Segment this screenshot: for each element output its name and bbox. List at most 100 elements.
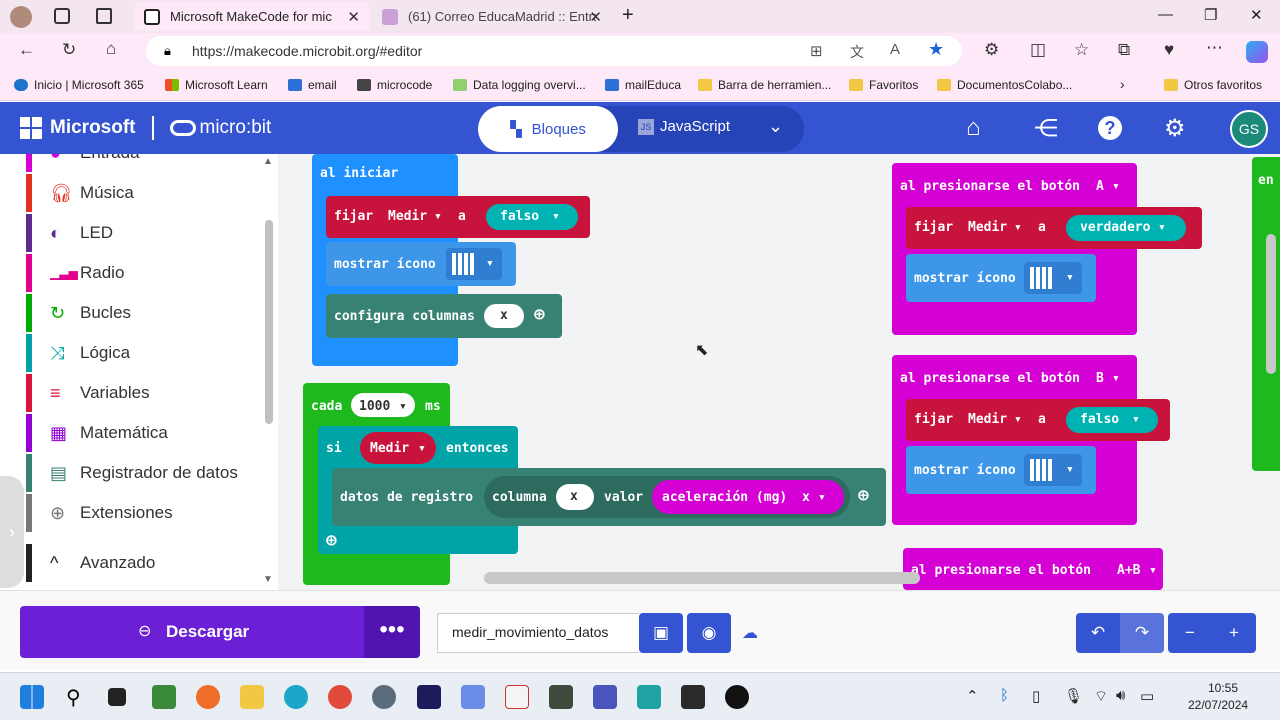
wifi-icon[interactable]: ⌔ xyxy=(1094,687,1108,706)
app-available-icon[interactable]: ⊞ xyxy=(810,42,823,60)
toolbox-category[interactable]: ⊕ Extensiones xyxy=(26,494,262,532)
bookmark-item[interactable]: email xyxy=(288,78,337,92)
close-window-icon[interactable]: ✕ xyxy=(1250,6,1263,24)
variable-dropdown[interactable]: Medir xyxy=(968,412,1007,427)
bluetooth-icon[interactable]: ᛒ xyxy=(1000,687,1009,704)
show-icon-block[interactable]: mostrar ícono ▾ xyxy=(906,254,1096,302)
url-input[interactable]: 🔒︎ https://makecode.microbit.org/#editor… xyxy=(146,36,962,66)
bookmark-item[interactable]: microcode xyxy=(357,78,432,92)
log-data-block[interactable]: datos de registro columna x valor aceler… xyxy=(332,468,886,526)
minimize-icon[interactable]: — xyxy=(1158,6,1173,23)
task-view-icon[interactable] xyxy=(108,688,126,706)
read-aloud-icon[interactable]: A xyxy=(890,41,900,58)
blocks-workspace[interactable]: al iniciar fijar Medir ▾ a falso ▾ mostr… xyxy=(278,154,1280,590)
bookmark-folder[interactable]: DocumentosColabo... xyxy=(937,78,1072,92)
show-icon-block[interactable]: mostrar ícono ▾ xyxy=(326,242,516,286)
clock-time[interactable]: 10:55 xyxy=(1208,681,1238,695)
settings-icon[interactable] xyxy=(372,685,396,709)
copilot-icon[interactable] xyxy=(1246,41,1268,63)
translate-icon[interactable]: 文 xyxy=(850,42,864,62)
toolbox-category[interactable]: ◐ LED xyxy=(26,214,262,252)
toolbox-category[interactable]: ≡ Variables xyxy=(26,374,262,412)
zoom-in-icon[interactable]: + xyxy=(1212,613,1256,653)
dropdown-arrow-icon[interactable]: ▾ xyxy=(1014,220,1022,235)
dropdown-arrow-icon[interactable]: ▾ xyxy=(1132,412,1140,427)
app-icon[interactable] xyxy=(549,685,573,709)
undo-icon[interactable]: ↶ xyxy=(1076,613,1120,653)
dropdown-arrow-icon[interactable]: ▾ xyxy=(552,209,560,224)
show-icon-block[interactable]: mostrar ícono ▾ xyxy=(906,446,1096,494)
new-tab-icon[interactable]: + xyxy=(622,4,634,27)
add-column-icon[interactable]: ⊕ xyxy=(534,304,545,325)
scroll-down-icon[interactable]: ▼ xyxy=(263,574,273,585)
toolbox-category[interactable]: ⤨ Lógica xyxy=(26,334,262,372)
dropdown-arrow-icon[interactable]: ▾ xyxy=(1014,412,1022,427)
dropdown-arrow-icon[interactable]: ▾ xyxy=(399,399,407,414)
search-icon[interactable]: ⚲ xyxy=(66,685,90,709)
settings-gear-icon[interactable]: ⚙ xyxy=(1164,114,1186,143)
configure-columns-block[interactable]: configura columnas x ⊕ xyxy=(326,294,562,338)
battery-icon[interactable]: ▭ xyxy=(1140,687,1154,705)
on-button-a-block[interactable]: al presionarse el botón A ▾ xyxy=(892,163,1137,335)
toolbox-scrollbar[interactable] xyxy=(265,220,273,424)
workspace-vertical-scrollbar[interactable] xyxy=(1266,234,1276,374)
split-screen-icon[interactable]: ◫ xyxy=(1030,40,1046,60)
add-column-icon[interactable]: ⊕ xyxy=(858,485,869,506)
workspaces-icon[interactable] xyxy=(54,8,70,24)
dropdown-arrow-icon[interactable]: ▾ xyxy=(1066,270,1074,285)
dropdown-arrow-icon[interactable]: ▾ xyxy=(418,441,426,456)
bookmark-folder[interactable]: Favoritos xyxy=(849,78,918,92)
clock-date[interactable]: 22/07/2024 xyxy=(1188,698,1248,712)
home-icon[interactable]: ⌂ xyxy=(106,39,116,59)
button-dropdown[interactable]: A+B xyxy=(1117,563,1140,578)
dropdown-arrow-icon[interactable]: ▾ xyxy=(434,209,442,224)
microphone-icon[interactable]: 🎙︎ xyxy=(1064,687,1083,705)
dropdown-arrow-icon[interactable]: ▾ xyxy=(486,256,494,271)
set-variable-block[interactable]: fijar Medir ▾ a falso ▾ xyxy=(326,196,590,238)
extensions-icon[interactable]: ⚙ xyxy=(984,40,999,60)
help-icon[interactable]: ? xyxy=(1098,116,1122,140)
set-variable-block[interactable]: fijar Medir ▾ a verdadero ▾ xyxy=(906,207,1202,249)
firefox-icon[interactable] xyxy=(196,685,220,709)
zoom-out-icon[interactable]: − xyxy=(1168,613,1212,653)
dropdown-arrow-icon[interactable]: ▾ xyxy=(1149,563,1157,578)
tab-makecode[interactable]: Microsoft MakeCode for mic ✕ xyxy=(134,2,370,31)
collections-icon[interactable]: ⧉ xyxy=(1118,40,1130,60)
toolbox-category[interactable]: 🎧︎ Música xyxy=(26,174,262,212)
close-tab-icon[interactable]: ✕ xyxy=(347,8,360,26)
project-name-input[interactable]: medir_movimiento_datos xyxy=(437,613,639,653)
edge-icon[interactable] xyxy=(284,685,308,709)
volume-icon[interactable]: 🔊︎ xyxy=(1116,687,1125,704)
dropdown-arrow-icon[interactable]: ▾ xyxy=(818,490,826,505)
dropdown-arrow-icon[interactable]: ▾ xyxy=(1066,462,1074,477)
button-dropdown[interactable]: B xyxy=(1096,371,1104,386)
workspace-horizontal-scrollbar[interactable] xyxy=(484,572,920,584)
show-hidden-icons-icon[interactable]: ⌃ xyxy=(966,687,979,705)
bookmark-folder[interactable]: Otros favoritos xyxy=(1164,78,1262,92)
app-icon[interactable] xyxy=(461,685,485,709)
redo-icon[interactable]: ↷ xyxy=(1120,613,1164,653)
more-options-icon[interactable]: ⋯ xyxy=(1206,38,1223,58)
restore-icon[interactable]: ❐ xyxy=(1204,6,1217,24)
save-icon[interactable]: ▣ xyxy=(639,613,683,653)
app-icon[interactable] xyxy=(637,685,661,709)
bookmark-item[interactable]: Inicio | Microsoft 365 xyxy=(14,78,144,92)
variable-dropdown[interactable]: Medir xyxy=(388,209,427,224)
windows-start-icon[interactable] xyxy=(20,685,44,709)
scroll-up-icon[interactable]: ▲ xyxy=(263,156,273,167)
chrome-icon[interactable] xyxy=(328,685,352,709)
variable-dropdown[interactable]: Medir xyxy=(968,220,1007,235)
reload-icon[interactable]: ↻ xyxy=(62,40,76,60)
audition-icon[interactable] xyxy=(417,685,441,709)
blocks-tab[interactable]: ▚ Bloques xyxy=(478,106,618,152)
add-else-icon[interactable]: ⊕ xyxy=(326,530,337,551)
chevron-right-icon[interactable]: › xyxy=(1120,76,1125,92)
performance-icon[interactable]: ♥ xyxy=(1164,40,1174,60)
toolbox-expand-handle[interactable]: › xyxy=(0,476,24,588)
toolbox-category[interactable]: ↻ Bucles xyxy=(26,294,262,332)
back-icon[interactable]: ← xyxy=(18,40,35,60)
app-icon[interactable] xyxy=(725,685,749,709)
bookmark-item[interactable]: Data logging overvi... xyxy=(453,78,586,92)
on-button-ab-block[interactable]: al presionarse el botón A+B ▾ xyxy=(903,548,1163,590)
share-icon[interactable]: ⋲ xyxy=(1034,114,1058,143)
